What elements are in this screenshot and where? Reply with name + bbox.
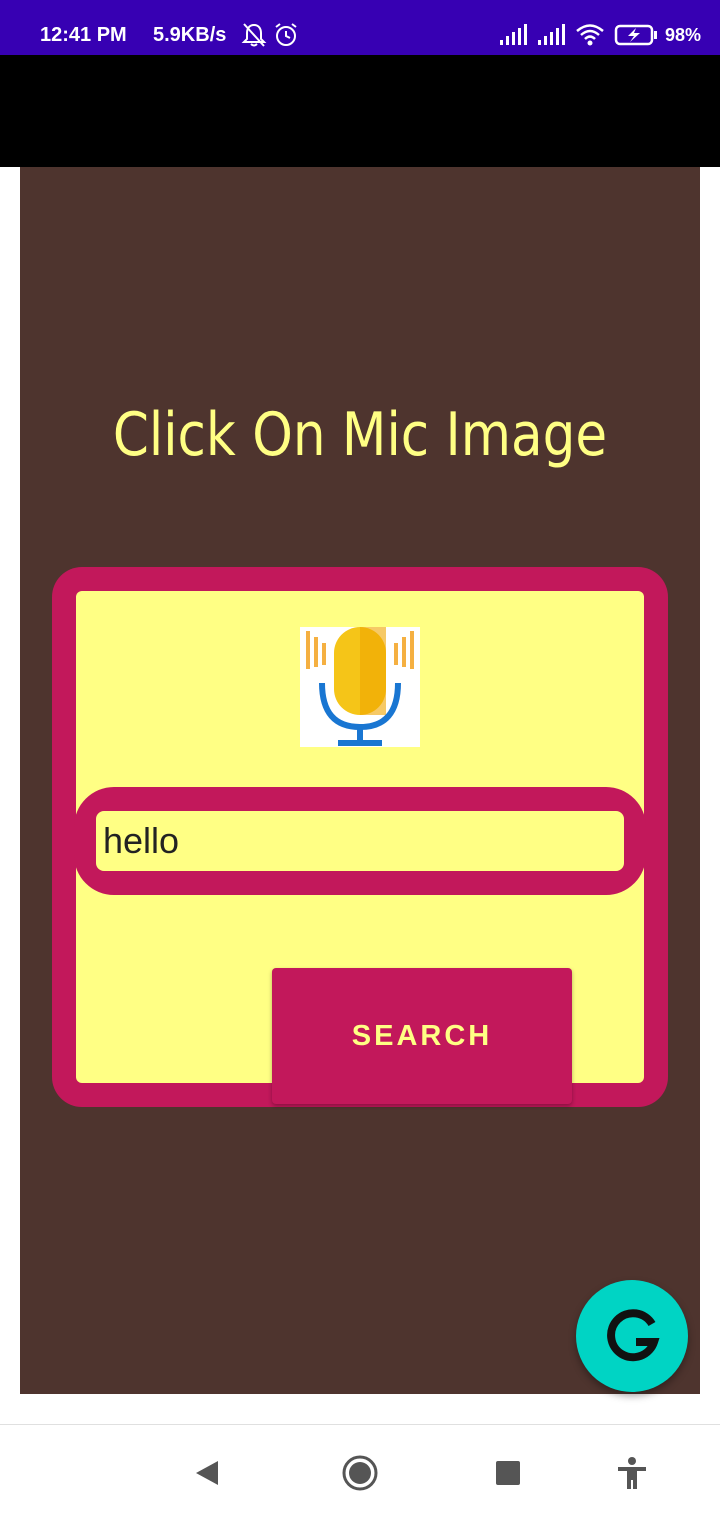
navigation-bar <box>0 1424 720 1521</box>
signal-icon <box>538 24 565 45</box>
home-icon[interactable] <box>340 1453 380 1493</box>
signal-icon <box>500 24 527 45</box>
wifi-icon <box>576 24 604 46</box>
back-icon[interactable] <box>188 1453 228 1493</box>
accessibility-icon[interactable] <box>612 1453 652 1493</box>
battery-percent: 98% <box>665 25 702 45</box>
bell-muted-icon <box>241 23 267 47</box>
search-input[interactable]: hello <box>96 811 624 871</box>
status-bar: 12:41 PM 5.9KB/s 98% <box>0 0 720 55</box>
network-speed: 5.9KB/s <box>153 24 227 46</box>
search-button[interactable]: SEARCH <box>272 968 572 1104</box>
page-title: Click On Mic Image <box>112 400 608 470</box>
battery-charging-icon <box>614 24 657 46</box>
microphone-icon[interactable] <box>300 627 420 747</box>
action-bar <box>0 55 720 167</box>
grammarly-button[interactable] <box>576 1280 688 1392</box>
recents-icon[interactable] <box>488 1453 528 1493</box>
alarm-icon <box>275 23 297 46</box>
grammarly-icon <box>607 1309 660 1362</box>
status-time: 12:41 PM <box>40 24 127 46</box>
